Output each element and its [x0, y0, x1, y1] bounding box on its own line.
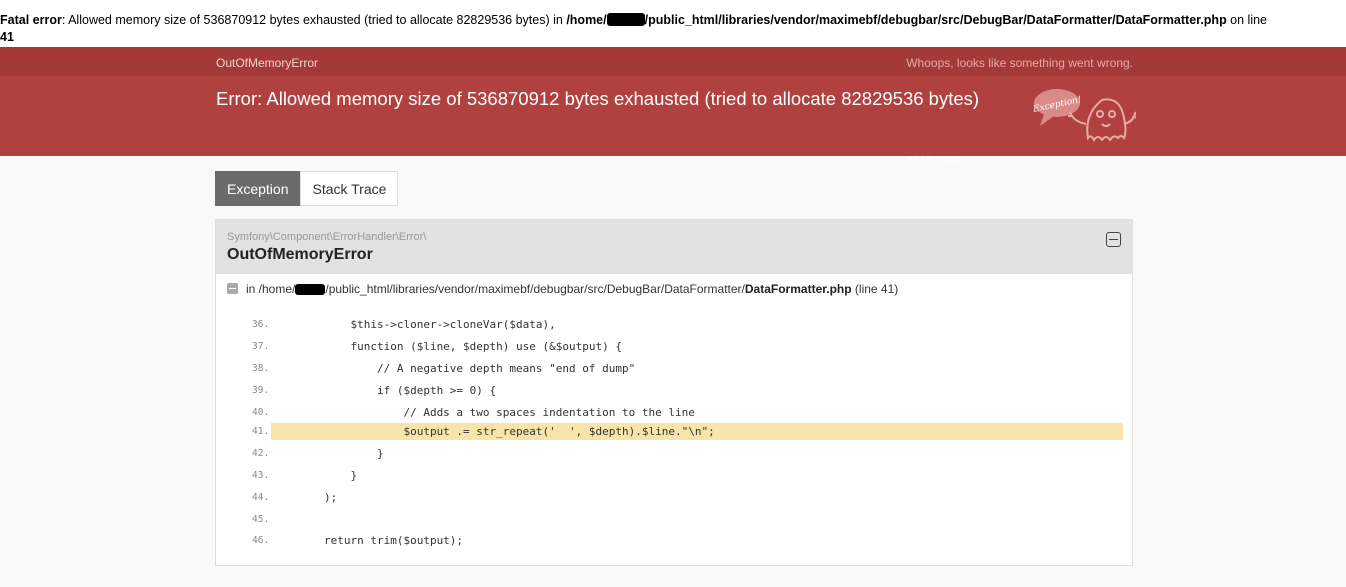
code-line: 42. }: [216, 445, 1132, 462]
redacted-username: [606, 13, 645, 26]
code-line-number: 37.: [252, 341, 270, 352]
code-line-text: $this->cloner->cloneVar($data),: [271, 318, 556, 331]
code-line-text: if ($depth >= 0) {: [271, 384, 497, 397]
fatal-path-suffix: /public_html/libraries/vendor/maximebf/d…: [644, 13, 1227, 27]
code-line: 37. function ($line, $depth) use (&$outp…: [216, 338, 1132, 355]
code-line-number: 42.: [252, 448, 270, 459]
exception-file-location: in /home/ /public_html/libraries/vendor/m…: [227, 282, 898, 296]
http-status: HTTP 500 Whoops, looks like something we…: [906, 56, 1133, 165]
code-line-number: 36.: [252, 319, 270, 330]
code-line: 44. );: [216, 489, 1132, 506]
code-line-number: 38.: [252, 363, 270, 374]
error-banner: Error: Allowed memory size of 536870912 …: [0, 76, 1346, 156]
tab-exception[interactable]: Exception: [215, 171, 301, 206]
fatal-line-number: 41: [0, 30, 14, 44]
exception-namespace: Symfony\Component\ErrorHandler\Error\: [227, 231, 427, 243]
exception-class: OutOfMemoryError: [227, 246, 373, 263]
code-line: 38. // A negative depth means "end of du…: [216, 360, 1132, 377]
code-line: 43. }: [216, 467, 1132, 484]
code-line-text: function ($line, $depth) use (&$output) …: [271, 340, 622, 353]
code-line-number: 40.: [252, 407, 270, 418]
code-line-text: // Adds a two spaces indentation to the …: [271, 406, 695, 419]
code-line: 36. $this->cloner->cloneVar($data),: [216, 316, 1132, 333]
code-line-number: 39.: [252, 385, 270, 396]
code-line-text: // A negative depth means "end of dump": [271, 362, 636, 375]
collapse-panel-icon[interactable]: [1106, 232, 1121, 247]
exception-panel: Symfony\Component\ErrorHandler\Error\ Ou…: [215, 219, 1133, 566]
code-line-number: 45.: [252, 514, 270, 525]
file-path: /public_html/libraries/vendor/maximebf/d…: [325, 282, 745, 296]
redacted-username: [295, 284, 326, 295]
toggle-code-icon[interactable]: [227, 283, 238, 294]
fatal-on-line-text: on line: [1226, 13, 1268, 27]
code-line: 39. if ($depth >= 0) {: [216, 382, 1132, 399]
fatal-error-label: Fatal error: [0, 13, 62, 27]
error-header-bar: OutOfMemoryError HTTP 500 Whoops, looks …: [0, 47, 1346, 165]
code-line-number: 41.: [252, 426, 270, 437]
code-line-text: }: [271, 469, 358, 482]
code-line: 45.: [216, 511, 1132, 528]
view-tabs: Exception Stack Trace: [215, 171, 399, 206]
fatal-error-text: : Allowed memory size of 536870912 bytes…: [61, 13, 567, 27]
code-line-text: );: [271, 491, 338, 504]
code-line-number: 44.: [252, 492, 270, 503]
http-message: Whoops, looks like something went wrong.: [906, 56, 1133, 70]
code-line: 40. // Adds a two spaces indentation to …: [216, 404, 1132, 421]
exception-panel-header: Symfony\Component\ErrorHandler\Error\ Ou…: [216, 220, 1132, 274]
code-line-text: $output .= str_repeat(' ', $depth).$line…: [271, 425, 715, 438]
file-line: (line 41): [851, 282, 899, 296]
file-in-text: in /home/: [246, 282, 296, 296]
error-title: Error: Allowed memory size of 536870912 …: [216, 88, 980, 109]
code-line: 41. $output .= str_repeat(' ', $depth).$…: [216, 423, 1132, 440]
code-line: 46. return trim($output);: [216, 532, 1132, 549]
tab-stack-trace[interactable]: Stack Trace: [300, 171, 399, 206]
file-name: DataFormatter.php: [744, 282, 852, 296]
code-line-number: 46.: [252, 535, 270, 546]
fatal-error-message: Fatal error: Allowed memory size of 5368…: [0, 0, 1346, 47]
exception-type: OutOfMemoryError: [216, 56, 319, 70]
code-line-text: }: [271, 447, 384, 460]
code-line-text: return trim($output);: [271, 534, 464, 547]
code-line-number: 43.: [252, 470, 270, 481]
fatal-path-prefix: /home/: [566, 13, 607, 27]
exception-ghost-icon: Exception!: [1032, 89, 1136, 142]
